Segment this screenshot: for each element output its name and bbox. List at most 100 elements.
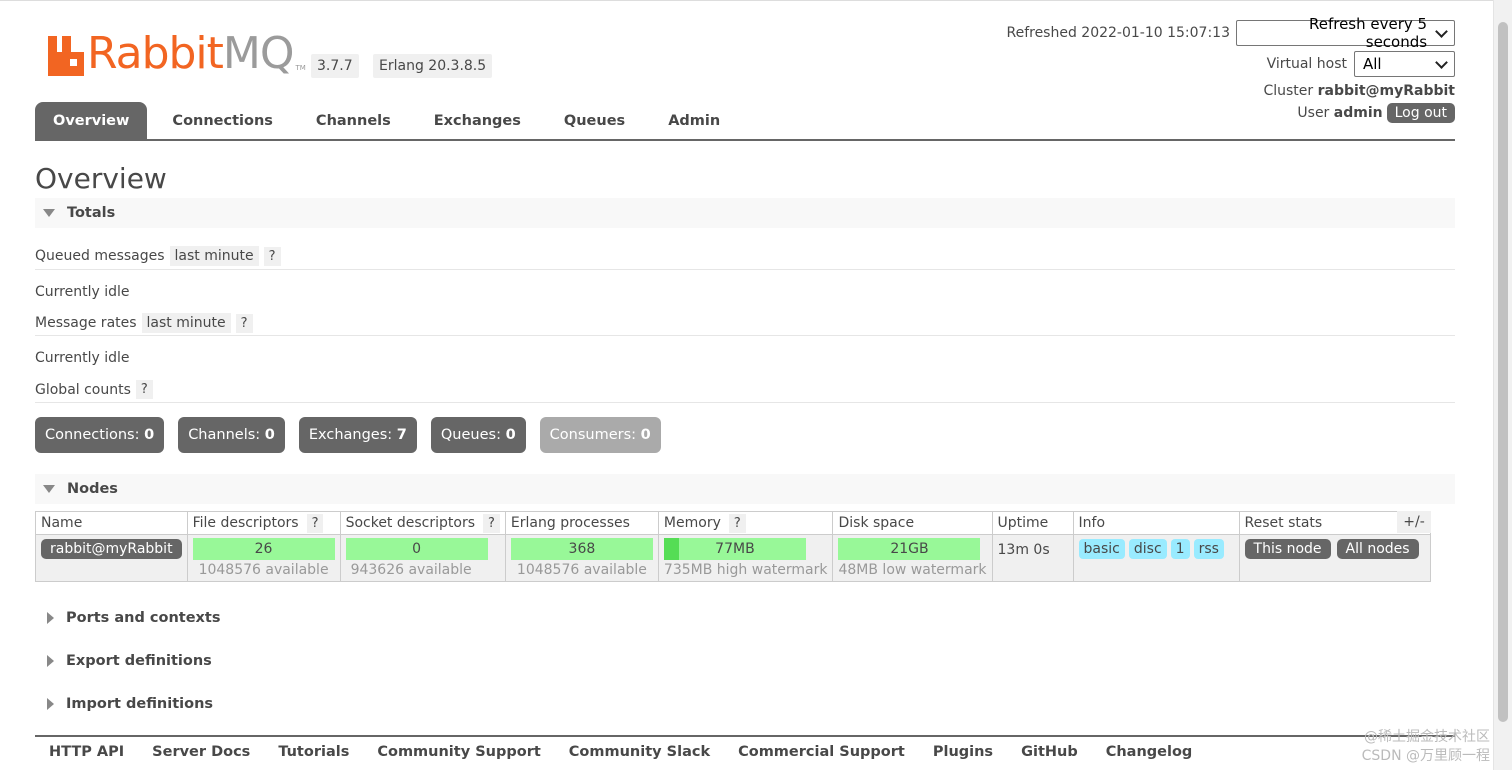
table-row: rabbit@myRabbit 26 1048576 available 0 943… <box>35 534 1431 582</box>
vhost-select[interactable]: All <box>1354 51 1455 77</box>
divider <box>35 402 1455 403</box>
footer-link-plugins[interactable]: Plugins <box>933 744 993 760</box>
col-disk-space: Disk space <box>832 511 993 535</box>
reset-all-nodes-button[interactable]: All nodes <box>1336 539 1419 559</box>
disk-watermark: 48MB low watermark <box>838 562 987 578</box>
message-rates-row: Message rates last minute ? <box>35 313 253 333</box>
memory-bar: 77MB <box>663 538 806 560</box>
reset-cell: This node All nodes <box>1238 534 1431 582</box>
help-icon[interactable]: ? <box>728 514 746 533</box>
global-counts: Connections: 0 Channels: 0 Exchanges: 7 … <box>35 417 675 453</box>
tab-exchanges[interactable]: Exchanges <box>416 102 539 139</box>
toggle-columns-button[interactable]: +/- <box>1397 511 1431 533</box>
vhost-label: Virtual host <box>1266 56 1347 72</box>
memory-watermark: 735MB high watermark <box>663 562 828 578</box>
fd-cell: 26 1048576 available <box>186 534 341 582</box>
col-erlang-processes: Erlang processes <box>504 511 659 535</box>
logo-trademark: TM <box>295 64 306 72</box>
help-icon[interactable]: ? <box>306 514 324 533</box>
col-socket-descriptors: Socket descriptors? <box>339 511 506 535</box>
vhost-value: All <box>1363 55 1382 73</box>
erlang-available: 1048576 available <box>516 562 647 578</box>
consumers-count-button[interactable]: Consumers: 0 <box>539 417 661 453</box>
footer-link-community-slack[interactable]: Community Slack <box>569 744 710 760</box>
footer-link-commercial-support[interactable]: Commercial Support <box>738 744 905 760</box>
ports-contexts-section[interactable]: Ports and contexts <box>35 610 220 626</box>
help-icon[interactable]: ? <box>483 514 500 533</box>
footer-link-tutorials[interactable]: Tutorials <box>278 744 349 760</box>
help-icon[interactable]: ? <box>135 380 153 399</box>
tab-admin[interactable]: Admin <box>650 102 738 139</box>
refresh-interval-select[interactable]: Refresh every 5 seconds <box>1236 15 1455 51</box>
queued-period-selector[interactable]: last minute <box>169 246 259 266</box>
nodes-section-header[interactable]: Nodes <box>35 474 1455 504</box>
watermark-line-1: @稀土掘金技术社区 <box>1364 729 1490 745</box>
footer-link-server-docs[interactable]: Server Docs <box>152 744 250 760</box>
footer-link-http-api[interactable]: HTTP API <box>49 744 124 760</box>
connections-count-button[interactable]: Connections: 0 <box>35 417 165 453</box>
collapse-triangle-icon <box>43 485 55 493</box>
disk-bar: 21GB <box>838 538 981 560</box>
totals-section-title: Totals <box>67 205 116 221</box>
tab-overview[interactable]: Overview <box>35 102 148 139</box>
info-tag-disc: disc <box>1128 539 1167 559</box>
watermark-line-2: CSDN @万里顾一程 <box>1361 748 1490 764</box>
version-badge: 3.7.7 <box>311 54 359 78</box>
refresh-interval-value: Refresh every 5 seconds <box>1308 15 1428 51</box>
col-file-descriptors: File descriptors? <box>186 511 341 535</box>
nodes-table: Name File descriptors? Socket descriptor… <box>35 511 1431 582</box>
message-rates-label: Message rates <box>35 315 137 331</box>
footer-link-changelog[interactable]: Changelog <box>1106 744 1193 760</box>
erlang-cell: 368 1048576 available <box>504 534 659 582</box>
expand-triangle-icon <box>47 612 54 624</box>
fd-available: 1048576 available <box>198 562 329 578</box>
top-border <box>0 0 1494 1</box>
queued-messages-row: Queued messages last minute ? <box>35 246 281 266</box>
socket-available: 943626 available <box>350 562 472 578</box>
global-counts-row: Global counts ? <box>35 380 153 399</box>
node-name-cell: rabbit@myRabbit <box>35 534 188 582</box>
export-definitions-section[interactable]: Export definitions <box>35 653 212 669</box>
col-memory: Memory? <box>657 511 834 535</box>
exchanges-count-button[interactable]: Exchanges: 7 <box>298 417 417 453</box>
queued-status: Currently idle <box>35 284 130 300</box>
queued-messages-label: Queued messages <box>35 248 165 264</box>
help-icon[interactable]: ? <box>235 313 253 333</box>
tab-channels[interactable]: Channels <box>298 102 409 139</box>
memory-bar-fill <box>663 538 679 560</box>
rabbitmq-logo: RabbitMQ TM <box>48 30 306 76</box>
node-name-link[interactable]: rabbit@myRabbit <box>41 539 182 559</box>
erlang-bar: 368 <box>510 538 653 560</box>
table-header-row: Name File descriptors? Socket descriptor… <box>35 511 1431 535</box>
channels-count-button[interactable]: Channels: 0 <box>178 417 285 453</box>
info-cell: basic disc 1 rss <box>1072 534 1240 582</box>
logout-button[interactable]: Log out <box>1386 103 1455 123</box>
memory-cell: 77MB 735MB high watermark <box>657 534 834 582</box>
totals-section-header[interactable]: Totals <box>35 198 1455 228</box>
user-label: User <box>1297 105 1330 121</box>
vertical-scrollbar[interactable] <box>1493 0 1512 770</box>
scrollbar-thumb[interactable] <box>1498 22 1508 722</box>
footer-divider <box>35 735 1455 737</box>
reset-this-node-button[interactable]: This node <box>1244 539 1331 559</box>
tab-connections[interactable]: Connections <box>154 102 291 139</box>
footer-link-github[interactable]: GitHub <box>1021 744 1078 760</box>
global-counts-label: Global counts <box>35 381 131 398</box>
cluster-name: rabbit@myRabbit <box>1317 83 1455 99</box>
disk-cell: 21GB 48MB low watermark <box>832 534 993 582</box>
rates-period-selector[interactable]: last minute <box>141 313 231 333</box>
divider <box>35 335 1455 336</box>
erlang-version-badge: Erlang 20.3.8.5 <box>373 54 493 78</box>
info-tag-basic: basic <box>1078 539 1125 559</box>
chevron-down-icon <box>1435 55 1448 69</box>
tab-underline <box>35 139 1455 141</box>
tab-queues[interactable]: Queues <box>546 102 643 139</box>
import-definitions-section[interactable]: Import definitions <box>35 696 213 712</box>
col-info: Info <box>1072 511 1240 535</box>
socket-bar: 0 <box>345 538 488 560</box>
footer-link-community-support[interactable]: Community Support <box>377 744 540 760</box>
user-name: admin <box>1333 105 1383 121</box>
page-title: Overview <box>35 162 167 195</box>
queues-count-button[interactable]: Queues: 0 <box>430 417 526 453</box>
help-icon[interactable]: ? <box>263 246 281 266</box>
